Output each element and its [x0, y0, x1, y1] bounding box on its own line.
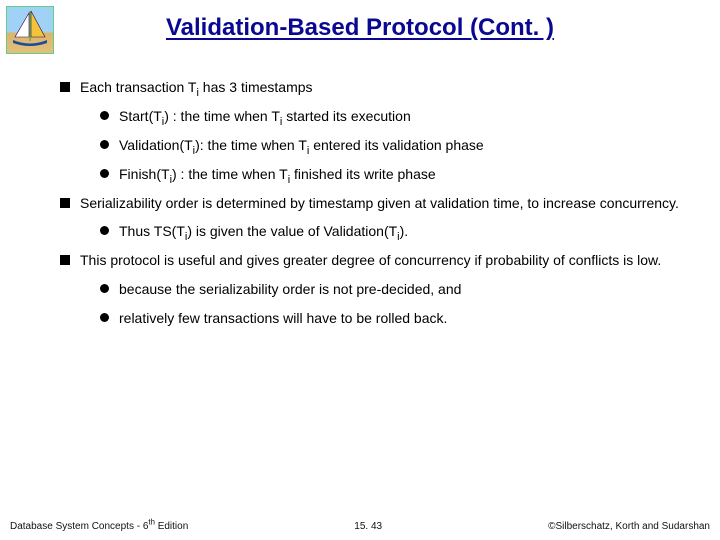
- bullet-3-text: This protocol is useful and gives greate…: [80, 251, 690, 270]
- circle-bullet-icon: [100, 140, 109, 149]
- bullet-3b-text: relatively few transactions will have to…: [119, 309, 690, 328]
- bullet-1b: Validation(Ti): the time when Ti entered…: [100, 136, 690, 155]
- bullet-3a-text: because the serializability order is not…: [119, 280, 690, 299]
- bullet-1a: Start(Ti) : the time when Ti started its…: [100, 107, 690, 126]
- slide-footer: Database System Concepts - 6th Edition 1…: [10, 521, 710, 532]
- slide-title: Validation-Based Protocol (Cont. ): [0, 14, 720, 42]
- bullet-1c-text: Finish(Ti) : the time when Ti finished i…: [119, 165, 690, 184]
- circle-bullet-icon: [100, 284, 109, 293]
- bullet-3b: relatively few transactions will have to…: [100, 309, 690, 328]
- bullet-3: This protocol is useful and gives greate…: [60, 251, 690, 270]
- bullet-2-text: Serializability order is determined by t…: [80, 194, 690, 213]
- bullet-1c: Finish(Ti) : the time when Ti finished i…: [100, 165, 690, 184]
- bullet-3a: because the serializability order is not…: [100, 280, 690, 299]
- square-bullet-icon: [60, 198, 70, 208]
- footer-center: 15. 43: [188, 521, 548, 532]
- circle-bullet-icon: [100, 169, 109, 178]
- slide-body: Each transaction Ti has 3 timestamps Sta…: [60, 78, 690, 338]
- bullet-2: Serializability order is determined by t…: [60, 194, 690, 213]
- footer-right: ©Silberschatz, Korth and Sudarshan: [548, 521, 710, 532]
- square-bullet-icon: [60, 82, 70, 92]
- circle-bullet-icon: [100, 313, 109, 322]
- bullet-1-text: Each transaction Ti has 3 timestamps: [80, 78, 690, 97]
- square-bullet-icon: [60, 255, 70, 265]
- bullet-2a-text: Thus TS(Ti) is given the value of Valida…: [119, 222, 690, 241]
- bullet-1a-text: Start(Ti) : the time when Ti started its…: [119, 107, 690, 126]
- bullet-2a: Thus TS(Ti) is given the value of Valida…: [100, 222, 690, 241]
- circle-bullet-icon: [100, 226, 109, 235]
- bullet-1: Each transaction Ti has 3 timestamps: [60, 78, 690, 97]
- circle-bullet-icon: [100, 111, 109, 120]
- footer-left: Database System Concepts - 6th Edition: [10, 521, 188, 532]
- bullet-1b-text: Validation(Ti): the time when Ti entered…: [119, 136, 690, 155]
